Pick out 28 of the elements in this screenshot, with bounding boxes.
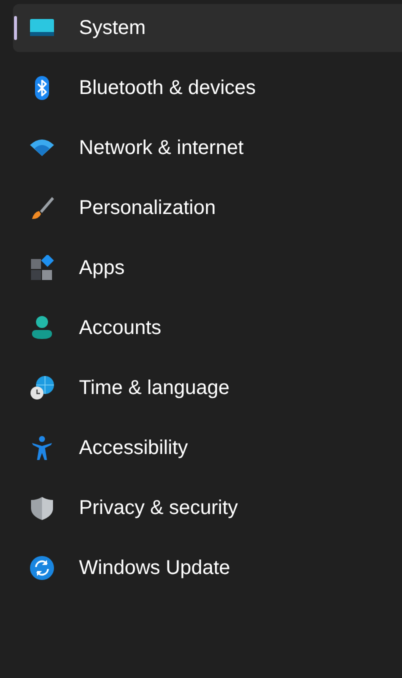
- sidebar-item[interactable]: Network & internet: [13, 124, 402, 172]
- item-label: Apps: [79, 256, 125, 281]
- sidebar-item[interactable]: Apps: [13, 244, 402, 292]
- person-icon: [29, 315, 55, 341]
- refresh-icon: [29, 555, 55, 581]
- item-label: Privacy & security: [79, 496, 238, 521]
- sidebar-item[interactable]: Privacy & security: [13, 484, 402, 532]
- sidebar-item[interactable]: Bluetooth & devices: [13, 64, 402, 112]
- sidebar-item[interactable]: System: [13, 4, 402, 52]
- sidebar-item[interactable]: Windows Update: [13, 544, 402, 592]
- item-label: Bluetooth & devices: [79, 76, 256, 101]
- item-label: Accessibility: [79, 436, 188, 461]
- selection-indicator: [14, 16, 17, 40]
- item-label: Windows Update: [79, 556, 230, 581]
- apps-icon: [29, 255, 55, 281]
- item-label: Accounts: [79, 316, 162, 341]
- paintbrush-icon: [29, 195, 55, 221]
- sidebar-item[interactable]: Personalization: [13, 184, 402, 232]
- shield-icon: [29, 495, 55, 521]
- globe-clock-icon: [29, 375, 55, 401]
- sidebar-item[interactable]: Accounts: [13, 304, 402, 352]
- item-label: Personalization: [79, 196, 216, 221]
- sidebar-item[interactable]: Accessibility: [13, 424, 402, 472]
- item-label: Network & internet: [79, 136, 244, 161]
- sidebar-item[interactable]: Time & language: [13, 364, 402, 412]
- item-label: Time & language: [79, 376, 230, 401]
- accessibility-icon: [29, 435, 55, 461]
- item-label: System: [79, 16, 146, 41]
